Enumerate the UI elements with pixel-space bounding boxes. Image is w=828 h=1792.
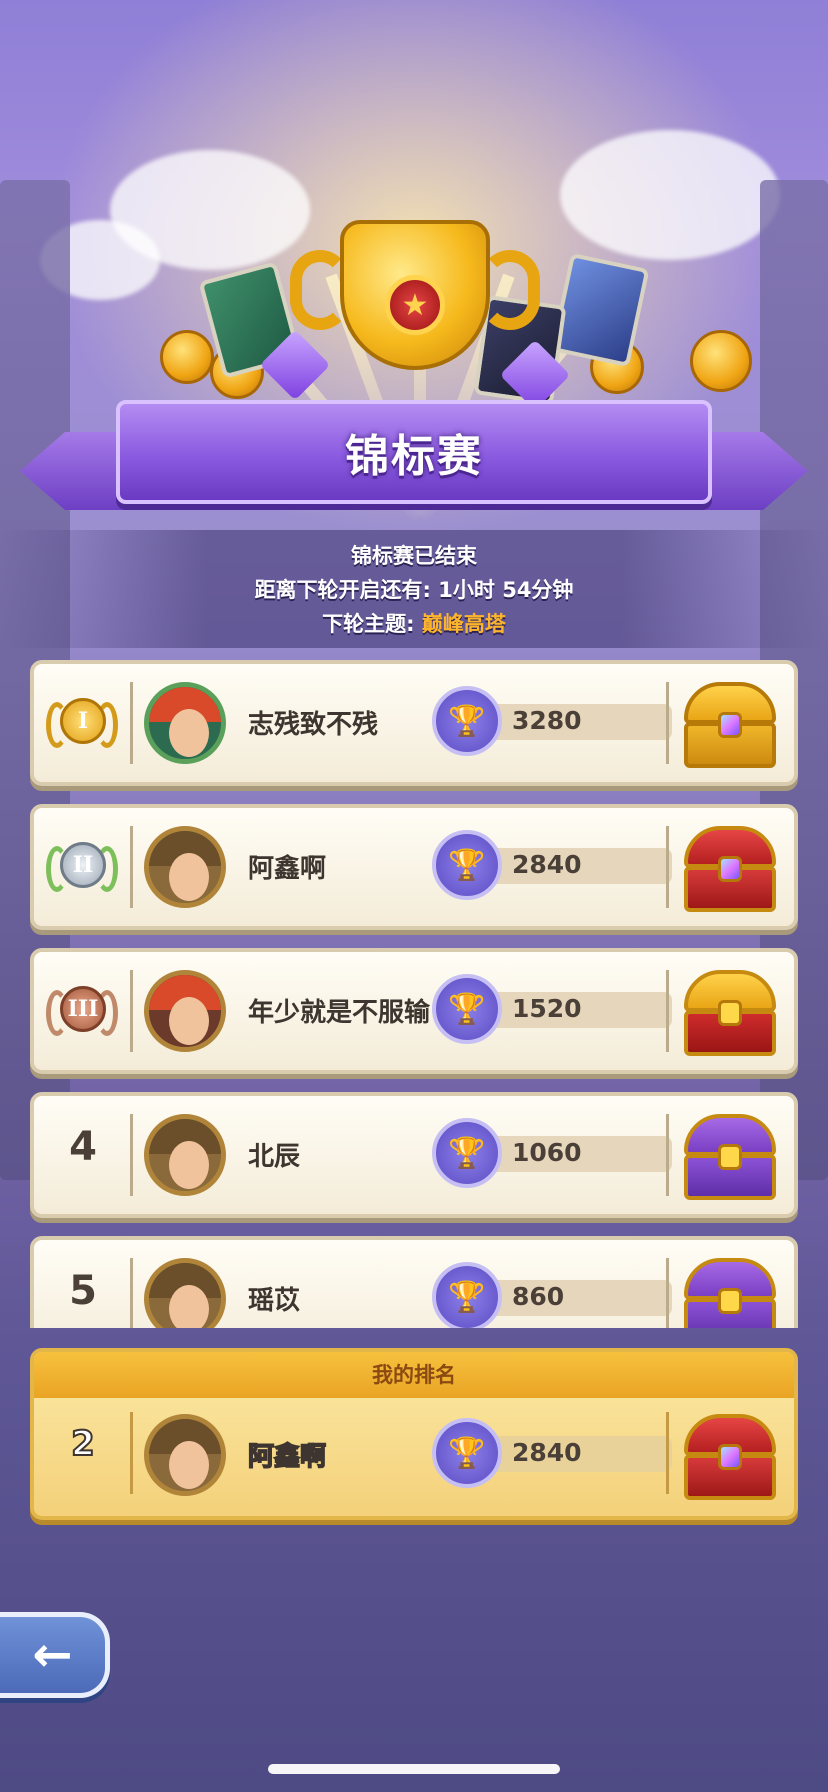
avatar[interactable] [144,682,226,764]
bronze-medal-icon: III [44,976,120,1046]
countdown-label: 距离下轮开启还有: [254,578,431,602]
theme-line: 下轮主题: 巅峰高塔 [0,607,828,641]
title-banner: 锦标赛 [20,394,808,524]
my-rank-header: 我的排名 [34,1352,794,1398]
epic-chest-icon[interactable] [680,822,780,916]
theme-value: 巅峰高塔 [421,612,506,636]
divider [130,1114,133,1196]
tournament-info: 锦标赛已结束 距离下轮开启还有: 1小时 54分钟 下轮主题: 巅峰高塔 [0,530,828,648]
divider [666,682,669,764]
divider [130,682,133,764]
epic-chest-icon[interactable] [680,1410,780,1504]
my-score-value: 2840 [512,1438,582,1467]
leaderboard-row[interactable]: 4 北辰 🏆 1060 [30,1092,798,1218]
divider [130,1258,133,1328]
score-value: 3280 [512,706,582,735]
trophy-icon: 🏆 [432,974,502,1044]
divider [666,1258,669,1328]
status-text: 锦标赛已结束 [351,544,477,568]
my-rank-row[interactable]: 2 阿鑫啊 🏆 2840 [34,1398,794,1516]
star-card-icon: ★ [385,275,445,335]
rank-number: 5 [69,1268,97,1314]
trophy-icon: 🏆 [432,830,502,900]
divider [130,970,133,1052]
legendary-chest-icon[interactable] [680,678,780,772]
purple-chest-icon[interactable] [680,1254,780,1328]
silver-medal-icon: II [44,832,120,902]
avatar[interactable] [144,970,226,1052]
divider [130,1412,133,1494]
leaderboard-row[interactable]: III 年少就是不服输 🏆 1520 [30,948,798,1074]
score-value: 860 [512,1282,565,1311]
back-arrow-icon: ← [32,1627,73,1683]
player-name: 瑶苡 [248,1286,301,1316]
avatar[interactable] [144,1114,226,1196]
leaderboard-row[interactable]: 5 瑶苡 🏆 860 [30,1236,798,1328]
my-rank-number: 2 [70,1423,96,1465]
trophy-icon: 🏆 [432,1262,502,1328]
player-name: 志残致不残 [248,710,379,740]
page-title: 锦标赛 [345,431,483,482]
score-value: 1060 [512,1138,582,1167]
divider [130,826,133,908]
divider [666,826,669,908]
gold-chest-icon[interactable] [680,966,780,1060]
player-name: 阿鑫啊 [248,854,327,884]
trophy-icon: 🏆 [432,1418,502,1488]
trophy-icon: 🏆 [432,1118,502,1188]
score-value: 1520 [512,994,582,1023]
rank-number: 4 [69,1124,97,1170]
score-value: 2840 [512,850,582,879]
player-name: 北辰 [248,1142,301,1172]
gold-medal-icon: I [44,688,120,758]
leaderboard-list[interactable]: I 志残致不残 🏆 3280 II 阿鑫啊 🏆 2840 III 年少就是不服输… [0,660,828,1328]
trophy-icon: 🏆 [432,686,502,756]
divider [666,970,669,1052]
back-button[interactable]: ← [0,1612,110,1698]
leaderboard-row[interactable]: II 阿鑫啊 🏆 2840 [30,804,798,930]
theme-label: 下轮主题: [322,612,415,636]
countdown-value: 1小时 54分钟 [438,578,574,602]
avatar[interactable] [144,826,226,908]
my-rank-panel: 我的排名 2 阿鑫啊 🏆 2840 [30,1348,798,1520]
home-indicator[interactable] [268,1764,560,1774]
trophy-artwork: ★ [150,180,752,420]
divider [666,1412,669,1494]
my-player-name: 阿鑫啊 [248,1441,327,1473]
leaderboard-row[interactable]: I 志残致不残 🏆 3280 [30,660,798,786]
player-name: 年少就是不服输 [248,998,431,1028]
countdown-line: 距离下轮开启还有: 1小时 54分钟 [0,573,828,607]
avatar[interactable] [144,1258,226,1328]
my-avatar[interactable] [144,1414,226,1496]
purple-chest-icon[interactable] [680,1110,780,1204]
divider [666,1114,669,1196]
